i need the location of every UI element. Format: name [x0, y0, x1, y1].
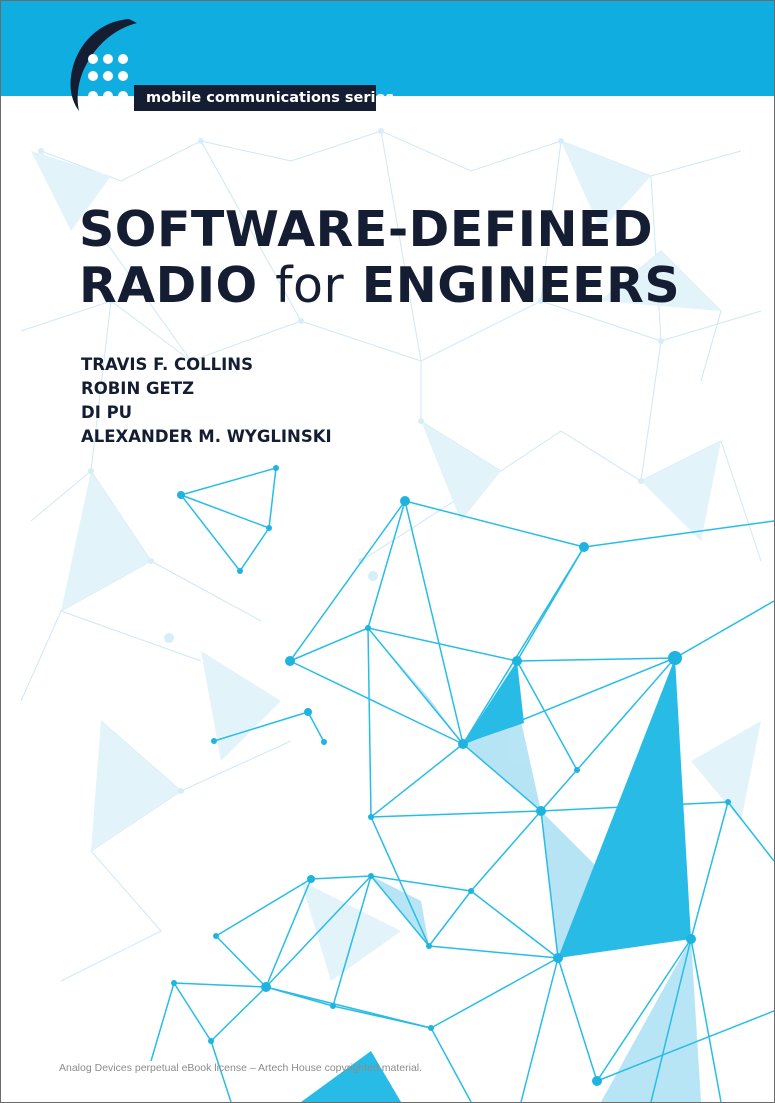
title-line-1: SOFTWARE-DEFINED — [79, 201, 654, 258]
title-word-engineers: ENGINEERS — [361, 257, 681, 314]
author-name: TRAVIS F. COLLINS — [81, 355, 254, 374]
title-word-for: for — [275, 257, 345, 314]
author-name: DI PU — [81, 403, 133, 422]
license-notice: Analog Devices perpetual eBook license –… — [59, 1062, 423, 1074]
book-title: SOFTWARE-DEFINED RADIO for ENGINEERS — [79, 202, 680, 314]
author-name: ALEXANDER M. WYGLINSKI — [81, 427, 332, 446]
series-label: mobile communications series — [134, 85, 394, 111]
author-name: ROBIN GETZ — [81, 379, 195, 398]
book-cover: mobile communications series SOFTWARE-DE… — [0, 0, 775, 1103]
title-word-radio: RADIO — [79, 257, 258, 314]
author-list: TRAVIS F. COLLINS ROBIN GETZ DI PU ALEXA… — [81, 353, 332, 449]
